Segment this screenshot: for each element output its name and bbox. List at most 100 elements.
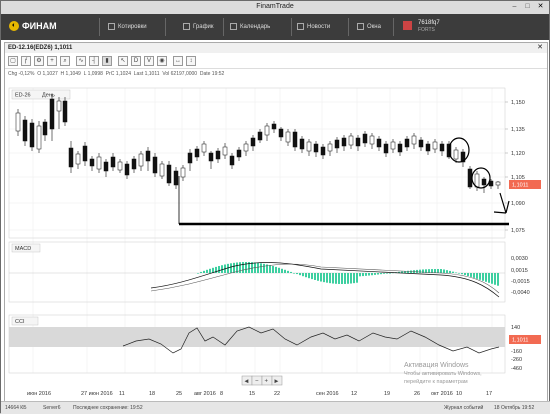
macd-histogram-bar [260,263,262,273]
time-axis-label: 12 [351,391,357,397]
macd-histogram-bar [377,273,379,275]
candle-body [187,152,193,164]
macd-histogram-bar [275,266,277,273]
macd-histogram-bar [218,266,220,273]
price-symbol-label: ED-26 [15,93,31,99]
candle-body [299,138,305,150]
macd-histogram-bar [206,269,208,273]
activation-title: Активация Windows [404,362,469,369]
candle-body [481,178,487,186]
candle-body [264,125,270,136]
macd-histogram-bar [335,273,337,284]
price-axis-label: 1,075 [511,228,525,234]
time-axis-label: 25 [176,391,182,397]
macd-histogram-bar [272,266,274,273]
macd-histogram-bar [383,273,385,274]
candle-body [285,131,291,143]
macd-histogram-bar [482,273,484,281]
candle-body [306,141,312,152]
time-axis-label: 15 [249,391,255,397]
macd-histogram-bar [317,273,319,281]
candle-body [243,143,249,152]
macd-histogram-bar [443,269,445,273]
macd-histogram-bar [491,273,493,284]
candle-body [159,163,165,177]
chart-canvas[interactable]: ED-26 День 1,1501,1351,1201,1051,0901,07… [1,1,550,414]
macd-histogram-bar [233,262,235,273]
macd-histogram-bar [479,273,481,280]
candle-body [96,156,102,170]
macd-histogram-bar [422,269,424,273]
candle-body [327,143,333,152]
macd-histogram-bar [242,262,244,273]
price-axis: 1,1501,1351,1201,1051,0901,075 [505,100,525,234]
candle-body [68,147,74,168]
price-axis-label: 1,150 [511,100,525,106]
macd-histogram-bar [221,265,223,273]
macd-histogram-bar [263,263,265,273]
candle-body [425,143,431,152]
candle-body [117,161,123,171]
candle-body [29,122,35,148]
event-journal-link[interactable]: Журнал событий [444,405,483,411]
time-axis-label: 22 [274,391,280,397]
macd-histogram-bar [329,273,331,284]
macd-histogram-bar [473,273,475,278]
activation-line1: Чтобы активировать Windows, [404,371,482,377]
macd-histogram-bar [464,273,466,276]
price-axis-label: 1,090 [511,201,525,207]
macd-histogram-bar [284,269,286,273]
candle-body [411,135,417,145]
cci-axis: 14060-160-260-460 [511,325,522,372]
macd-histogram-bar [440,269,442,273]
macd-histogram-bar [326,273,328,283]
time-axis-label: 26 [414,391,420,397]
candle-body [82,145,88,162]
scroll-right-icon: ▶ [275,379,279,385]
candle-body [313,143,319,153]
candle-body [131,158,137,170]
candle-body [194,148,200,158]
windows-activation-watermark: Активация Windows Чтобы активировать Win… [404,362,482,386]
time-axis-label: июн 2016 [27,391,51,397]
macd-histogram-bar [332,273,334,284]
macd-histogram-bar [446,270,448,273]
macd-histogram-bar [344,273,346,284]
zoom-in-icon: + [265,379,269,385]
traffic-status: 14664 КБ [5,405,27,411]
macd-histogram-bar [197,273,199,274]
macd-histogram-bar [461,273,463,275]
candle-body [250,137,256,147]
candle-body [292,131,298,148]
candle-body [341,137,347,147]
macd-histogram-bar [341,273,343,284]
macd-histogram-bar [350,273,352,284]
candle-body [215,150,221,160]
activation-line2: перейдите к параметрам [404,379,468,385]
cci-band [9,327,505,347]
candle-body [49,98,55,130]
candle-body [278,128,284,138]
candle-body [257,131,263,141]
cci-axis-label: -460 [511,366,522,372]
candle-body [152,156,158,174]
candle-body [383,143,389,154]
price-interval-label: День [42,93,55,99]
candle-body [369,135,375,145]
macd-histogram-bar [386,273,388,274]
candle-body [439,143,445,152]
macd-histogram-bar [257,262,259,273]
zoom-out-icon: − [255,379,259,385]
macd-histogram-bar [488,273,490,283]
macd-histogram-bar [362,273,364,277]
candle-body [362,133,368,144]
status-datetime: 18 Октябрь 19:52 [494,405,535,411]
time-axis-label: 27 июн 2016 [81,391,113,397]
time-axis-label: 18 [149,391,155,397]
candle-body [22,119,28,142]
status-bar: 14664 КБ Server6 Последнее сохранение: 1… [1,401,550,414]
candle-body [15,112,21,132]
candle-body [75,153,81,165]
time-axis-label: авг 2016 [194,391,216,397]
time-axis: июн 2016 27 июн 2016 11 18 25 авг 2016 8 15 22 се… [27,391,492,397]
